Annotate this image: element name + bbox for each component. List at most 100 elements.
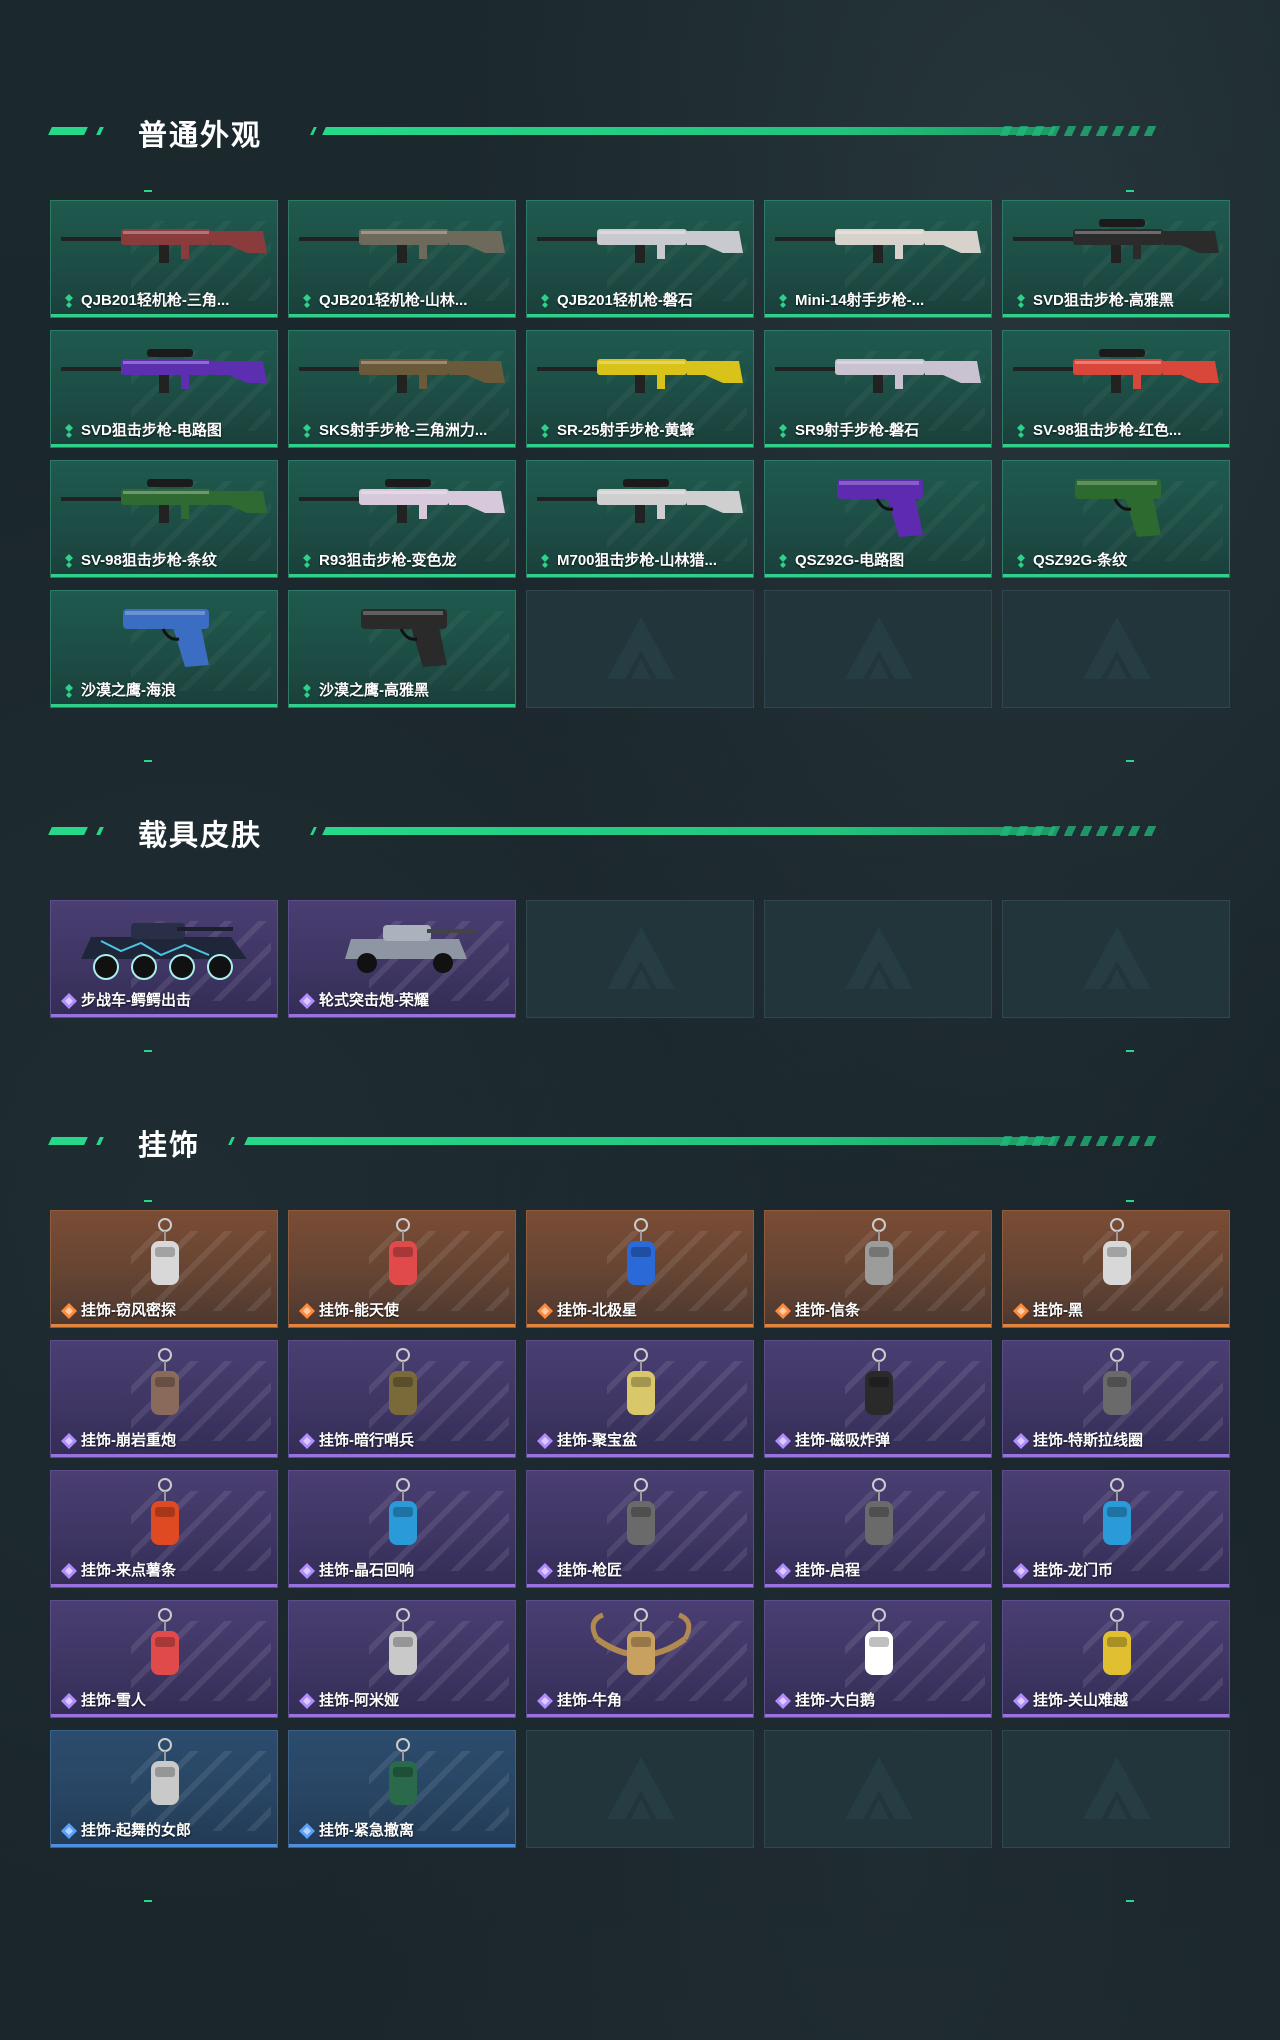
item-card[interactable]: 挂饰-枪匠 — [526, 1470, 754, 1588]
item-card[interactable]: SKS射手步枪-三角洲力... — [288, 330, 516, 448]
rarity-diamond-icon — [775, 1563, 791, 1579]
item-card[interactable]: 挂饰-雪人 — [50, 1600, 278, 1718]
rarity-diamond-icon — [775, 423, 791, 439]
item-card[interactable]: 挂饰-窃风密探 — [50, 1210, 278, 1328]
rarity-diamond-icon — [537, 1563, 553, 1579]
charm-icon — [765, 1601, 991, 1691]
item-card[interactable]: 挂饰-信条 — [764, 1210, 992, 1328]
rarity-diamond-icon — [299, 993, 315, 1009]
item-card[interactable]: 沙漠之鹰-高雅黑 — [288, 590, 516, 708]
item-card[interactable]: 挂饰-大白鹅 — [764, 1600, 992, 1718]
item-card[interactable]: 轮式突击炮-荣耀 — [288, 900, 516, 1018]
item-card[interactable]: 挂饰-暗行哨兵 — [288, 1340, 516, 1458]
item-card[interactable]: QSZ92G-条纹 — [1002, 460, 1230, 578]
item-card[interactable]: 挂饰-北极星 — [526, 1210, 754, 1328]
charm-icon — [527, 1601, 753, 1691]
item-card[interactable]: QJB201轻机枪-三角... — [50, 200, 278, 318]
charm-icon — [1003, 1211, 1229, 1301]
pistol-icon — [289, 591, 515, 681]
item-card[interactable]: 挂饰-聚宝盆 — [526, 1340, 754, 1458]
rarity-diamond-icon — [299, 683, 315, 699]
item-card[interactable]: QJB201轻机枪-磐石 — [526, 200, 754, 318]
item-card[interactable]: M700狙击步枪-山林猎... — [526, 460, 754, 578]
item-label: SR9射手步枪-磐石 — [795, 422, 920, 439]
item-card[interactable]: 挂饰-崩岩重炮 — [50, 1340, 278, 1458]
rarity-diamond-icon — [1013, 293, 1029, 309]
item-card[interactable]: 挂饰-能天使 — [288, 1210, 516, 1328]
rarity-diamond-icon — [1013, 423, 1029, 439]
item-label: 挂饰-黑 — [1033, 1302, 1083, 1319]
empty-slot — [526, 1730, 754, 1848]
rarity-diamond-icon — [61, 1433, 77, 1449]
pistol-icon — [1003, 461, 1229, 551]
item-label: 挂饰-磁吸炸弹 — [795, 1432, 890, 1449]
item-card[interactable]: Mini-14射手步枪-... — [764, 200, 992, 318]
header-accent — [228, 1137, 235, 1145]
item-card[interactable]: 挂饰-起舞的女郎 — [50, 1730, 278, 1848]
header-line — [322, 127, 1056, 135]
marksman-rifle-icon — [289, 331, 515, 421]
game-logo-icon — [1079, 1753, 1155, 1829]
item-card[interactable]: 沙漠之鹰-海浪 — [50, 590, 278, 708]
item-card[interactable]: 挂饰-龙门币 — [1002, 1470, 1230, 1588]
rarity-diamond-icon — [775, 293, 791, 309]
rarity-diamond-icon — [299, 1693, 315, 1709]
item-card[interactable]: 挂饰-关山难越 — [1002, 1600, 1230, 1718]
item-label: 挂饰-紧急撤离 — [319, 1822, 414, 1839]
header-accent — [96, 827, 104, 835]
item-label: 挂饰-枪匠 — [557, 1562, 622, 1579]
item-label: 挂饰-晶石回响 — [319, 1562, 414, 1579]
item-label: QSZ92G-电路图 — [795, 552, 905, 569]
light-machine-gun-icon — [527, 201, 753, 291]
corner-mark — [144, 1900, 152, 1902]
item-label: SKS射手步枪-三角洲力... — [319, 422, 488, 439]
corner-mark — [144, 760, 152, 762]
item-card[interactable]: QSZ92G-电路图 — [764, 460, 992, 578]
charm-icon — [289, 1471, 515, 1561]
item-card[interactable]: SVD狙击步枪-高雅黑 — [1002, 200, 1230, 318]
section-vehicle-skins: 载具皮肤 步战车-鳄鳄出击 轮式突击炮-荣耀 — [48, 810, 1230, 1070]
section-weapon-skins: 普通外观 QJB201轻机枪-三角... QJB201轻机枪-山林... QJB20… — [48, 110, 1230, 762]
rarity-diamond-icon — [61, 1823, 77, 1839]
item-label: SV-98狙击步枪-红色... — [1033, 422, 1182, 439]
item-card[interactable]: 挂饰-来点薯条 — [50, 1470, 278, 1588]
charm-icon — [51, 1211, 277, 1301]
charm-icon — [289, 1341, 515, 1431]
charm-icon — [51, 1601, 277, 1691]
item-label: QJB201轻机枪-山林... — [319, 292, 468, 309]
item-card[interactable]: SR9射手步枪-磐石 — [764, 330, 992, 448]
item-card[interactable]: SV-98狙击步枪-条纹 — [50, 460, 278, 578]
item-card[interactable]: 挂饰-磁吸炸弹 — [764, 1340, 992, 1458]
item-label: 挂饰-特斯拉线圈 — [1033, 1432, 1143, 1449]
item-card[interactable]: 步战车-鳄鳄出击 — [50, 900, 278, 1018]
rarity-diamond-icon — [299, 293, 315, 309]
armored-vehicle-icon — [51, 901, 277, 991]
item-card[interactable]: SVD狙击步枪-电路图 — [50, 330, 278, 448]
item-card[interactable]: 挂饰-特斯拉线圈 — [1002, 1340, 1230, 1458]
item-card[interactable]: 挂饰-牛角 — [526, 1600, 754, 1718]
item-label: SVD狙击步枪-高雅黑 — [1033, 292, 1174, 309]
item-card[interactable]: SR-25射手步枪-黄蜂 — [526, 330, 754, 448]
rarity-diamond-icon — [299, 1433, 315, 1449]
game-logo-icon — [841, 1753, 917, 1829]
header-accent — [48, 1137, 88, 1145]
item-label: SVD狙击步枪-电路图 — [81, 422, 222, 439]
item-card[interactable]: 挂饰-启程 — [764, 1470, 992, 1588]
item-card[interactable]: QJB201轻机枪-山林... — [288, 200, 516, 318]
game-logo-icon — [1079, 613, 1155, 689]
game-logo-icon — [603, 613, 679, 689]
header-line — [322, 827, 1056, 835]
item-card[interactable]: SV-98狙击步枪-红色... — [1002, 330, 1230, 448]
item-card[interactable]: R93狙击步枪-变色龙 — [288, 460, 516, 578]
rarity-diamond-icon — [299, 1823, 315, 1839]
charm-icon — [289, 1601, 515, 1691]
item-card[interactable]: 挂饰-黑 — [1002, 1210, 1230, 1328]
item-card[interactable]: 挂饰-阿米娅 — [288, 1600, 516, 1718]
item-card[interactable]: 挂饰-晶石回响 — [288, 1470, 516, 1588]
corner-mark — [1126, 1200, 1134, 1202]
rarity-diamond-icon — [1013, 1433, 1029, 1449]
wheeled-assault-gun-icon — [289, 901, 515, 991]
header-accent — [310, 827, 317, 835]
header-accent — [48, 827, 88, 835]
item-card[interactable]: 挂饰-紧急撤离 — [288, 1730, 516, 1848]
